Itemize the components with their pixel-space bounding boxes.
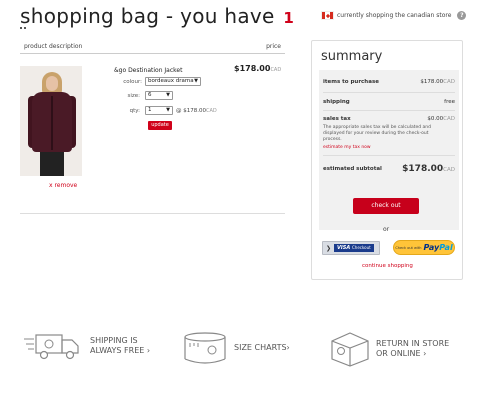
unit-price-prefix: @ bbox=[176, 108, 182, 114]
feature-text: SIZE CHARTS› bbox=[234, 343, 290, 353]
shipping-value: free bbox=[444, 99, 455, 105]
colour-select-value: bordeaux drama bbox=[148, 78, 194, 84]
visa-logo-text: VISA bbox=[337, 245, 351, 251]
feature-line2: ALWAYS FREE › bbox=[90, 346, 150, 356]
visa-logo: VISA Checkout bbox=[334, 244, 374, 252]
feature-line2: OR ONLINE › bbox=[376, 349, 449, 359]
page-title-text: shopping bag - you have bbox=[20, 4, 275, 28]
items-currency: CAD bbox=[443, 79, 455, 85]
feature-line1: RETURN IN STORE bbox=[376, 339, 450, 348]
visa-logo-sub: Checkout bbox=[351, 245, 371, 250]
summary-divider bbox=[323, 155, 455, 156]
feature-text: SHIPPING IS ALWAYS FREE › bbox=[90, 336, 150, 356]
or-separator: or bbox=[383, 226, 390, 233]
divider bbox=[20, 213, 285, 214]
qty-select-value: 1 bbox=[148, 107, 152, 113]
bag-count: 1 bbox=[283, 9, 295, 27]
subtotal-value: $178.00 bbox=[402, 164, 444, 174]
update-button[interactable]: update bbox=[148, 121, 172, 130]
shipping-label: shipping bbox=[323, 99, 350, 105]
canada-flag-icon bbox=[321, 11, 334, 20]
paypal-logo: PayPal bbox=[423, 243, 452, 252]
qty-select[interactable]: 1 ▼ bbox=[145, 106, 173, 115]
help-icon[interactable]: ? bbox=[457, 11, 467, 20]
subtotal-value-wrap: $178.00CAD bbox=[402, 164, 455, 174]
colour-select[interactable]: bordeaux drama ▼ bbox=[145, 77, 201, 86]
feature-text: RETURN IN STORE OR ONLINE › bbox=[376, 339, 449, 359]
feature-line1: SIZE CHARTS› bbox=[234, 343, 290, 353]
feature-line2-text: OR ONLINE bbox=[376, 349, 421, 358]
checkout-button[interactable]: check out bbox=[353, 198, 419, 214]
remove-link[interactable]: x remove bbox=[49, 182, 77, 189]
items-value: $178.00 bbox=[420, 79, 444, 85]
colour-label: colour: bbox=[123, 79, 142, 85]
qty-label: qty: bbox=[129, 108, 140, 114]
unit-price-currency: CAD bbox=[206, 108, 217, 114]
chevron-right-icon: › bbox=[146, 346, 151, 355]
chevron-right-icon: › bbox=[286, 343, 290, 352]
product-name[interactable]: &go Destination Jacket bbox=[114, 67, 182, 74]
subtotal-label: estimated subtotal bbox=[323, 166, 382, 172]
chevron-down-icon: ▼ bbox=[194, 78, 198, 84]
tax-label: sales tax bbox=[323, 116, 351, 122]
product-image[interactable] bbox=[20, 66, 82, 176]
feature-free-shipping[interactable]: SHIPPING IS ALWAYS FREE › bbox=[24, 331, 150, 361]
chevron-down-icon: ▼ bbox=[166, 107, 170, 113]
feature-line1: SHIPPING IS bbox=[90, 336, 138, 345]
tax-note: The appropriate sales tax will be calcul… bbox=[323, 125, 431, 142]
unit-price-value: $178.00 bbox=[183, 108, 206, 114]
paypal-logo-pay: Pay bbox=[423, 243, 440, 252]
feature-line1-text: SIZE CHARTS bbox=[234, 343, 287, 352]
title-overflow-marker bbox=[20, 27, 26, 30]
items-value-wrap: $178.00CAD bbox=[420, 79, 455, 85]
measuring-tape-icon bbox=[184, 332, 226, 364]
continue-shopping-link[interactable]: continue shopping bbox=[362, 263, 413, 269]
paypal-logo-pal: Pal bbox=[439, 243, 453, 252]
unit-price: @ $178.00CAD bbox=[176, 108, 217, 114]
product-price: $178.00CAD bbox=[234, 64, 281, 73]
page-title: shopping bag - you have 1 bbox=[20, 4, 294, 28]
size-select[interactable]: 6 ▼ bbox=[145, 91, 173, 100]
store-indicator: currently shopping the canadian store ? bbox=[321, 11, 467, 20]
visa-checkout-button[interactable]: ❯ VISA Checkout bbox=[322, 241, 380, 255]
paypal-checkout-button[interactable]: Check out with PayPal bbox=[393, 240, 455, 255]
product-price-value: $178.00 bbox=[234, 64, 271, 73]
tax-value: $0.00 bbox=[427, 116, 444, 122]
chevron-right-icon: › bbox=[423, 349, 427, 358]
product-price-currency: CAD bbox=[270, 67, 282, 73]
tax-value-wrap: $0.00CAD bbox=[427, 116, 455, 122]
chevron-down-icon: ▼ bbox=[166, 92, 170, 98]
summary-divider bbox=[323, 110, 455, 111]
feature-size-charts[interactable]: SIZE CHARTS› bbox=[182, 331, 290, 365]
feature-return-in-store[interactable]: RETURN IN STORE OR ONLINE › bbox=[330, 331, 449, 367]
paypal-prefix: Check out with bbox=[395, 245, 422, 250]
size-label: size: bbox=[127, 93, 140, 99]
column-price: price bbox=[266, 43, 281, 50]
subtotal-currency: CAD bbox=[443, 167, 455, 173]
box-icon bbox=[331, 332, 369, 367]
summary-divider bbox=[323, 92, 455, 93]
store-text: currently shopping the canadian store bbox=[337, 12, 452, 19]
feature-line2-text: ALWAYS FREE bbox=[90, 346, 145, 355]
chevron-right-icon: ❯ bbox=[326, 244, 332, 252]
summary-title: summary bbox=[321, 49, 383, 64]
column-product-description: product description bbox=[24, 43, 83, 50]
size-select-value: 6 bbox=[148, 92, 152, 98]
truck-icon bbox=[24, 334, 79, 360]
bag-column-headers: product description price bbox=[20, 39, 285, 54]
items-label: items to purchase bbox=[323, 79, 379, 85]
estimate-tax-link[interactable]: estimate my tax now bbox=[323, 145, 371, 150]
tax-currency: CAD bbox=[443, 116, 455, 122]
